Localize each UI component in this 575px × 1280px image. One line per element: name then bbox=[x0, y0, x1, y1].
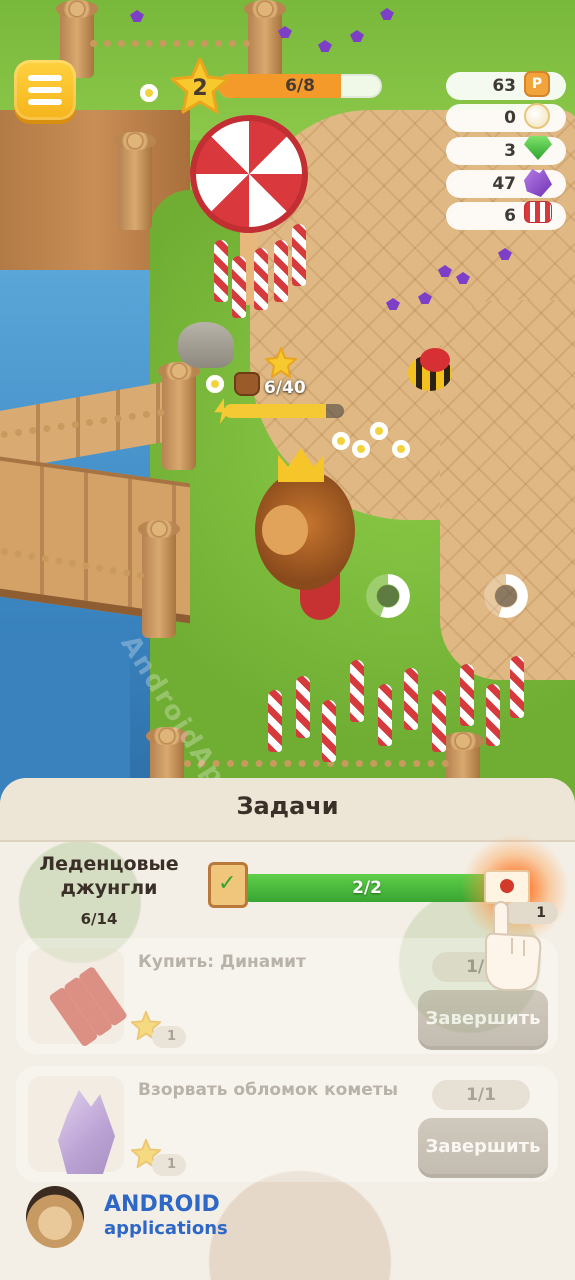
candy-cane bbox=[460, 664, 474, 726]
brand-subtitle: applications bbox=[104, 1218, 228, 1239]
task-title: Купить: Динамит bbox=[138, 952, 306, 972]
dynamite-icon bbox=[38, 956, 135, 1053]
flower bbox=[352, 440, 370, 458]
complete-button[interactable]: Завершить bbox=[418, 1118, 548, 1174]
energy-bar bbox=[224, 404, 344, 418]
green-gem-icon bbox=[524, 136, 552, 160]
bag-icon bbox=[234, 372, 260, 396]
rope bbox=[90, 40, 250, 47]
chapter-progress-bar: 2/2 bbox=[236, 874, 498, 902]
resource-value: 3 bbox=[504, 141, 516, 161]
resource-candy[interactable]: 6 bbox=[446, 201, 566, 230]
candy-cane bbox=[486, 684, 500, 746]
task-card: Взорвать обломок кометы 1/1 1 Завершить bbox=[16, 1066, 558, 1182]
menu-line bbox=[28, 87, 62, 93]
menu-line bbox=[28, 99, 62, 105]
action-ring-core bbox=[495, 585, 517, 607]
energy-bar-fill bbox=[224, 404, 326, 418]
menu-button[interactable] bbox=[14, 60, 76, 120]
chapter-progress-text: 2/2 bbox=[352, 878, 382, 898]
resource-value: 63 bbox=[492, 76, 516, 96]
brand-title: ANDROID bbox=[104, 1192, 220, 1217]
complete-button[interactable]: Завершить bbox=[418, 990, 548, 1046]
clipboard-check-icon bbox=[208, 862, 248, 908]
chapter-name: Леденцовые джунгли bbox=[39, 853, 179, 899]
xp-text: 6/8 bbox=[285, 76, 315, 96]
candy-cane bbox=[232, 256, 246, 318]
resource-green-gems[interactable]: 3 bbox=[446, 136, 566, 165]
boulder bbox=[178, 322, 234, 368]
candy-cane bbox=[510, 656, 524, 718]
popcorn-icon bbox=[524, 103, 550, 129]
panel-title: Задачи bbox=[236, 792, 339, 820]
resource-value: 47 bbox=[492, 174, 516, 194]
candy-cane bbox=[292, 224, 306, 286]
star-icon bbox=[265, 347, 297, 378]
lion-face bbox=[262, 505, 308, 555]
candy-cane bbox=[268, 690, 282, 752]
giant-lollipop[interactable] bbox=[190, 115, 308, 233]
fence-post bbox=[138, 520, 180, 638]
task-title: Взорвать обломок кометы bbox=[138, 1080, 399, 1100]
resource-purple-crystals[interactable]: 47 bbox=[446, 169, 566, 198]
candy-cane bbox=[214, 240, 228, 302]
candy-cane bbox=[432, 690, 446, 752]
menu-line bbox=[28, 75, 62, 81]
fence-post bbox=[114, 132, 156, 230]
fence-post bbox=[158, 362, 200, 470]
pug-logo-icon bbox=[26, 1186, 84, 1248]
candy-cane bbox=[350, 660, 364, 722]
flower bbox=[392, 440, 410, 458]
candy-cane bbox=[322, 700, 336, 762]
flower bbox=[140, 84, 158, 102]
flower bbox=[332, 432, 350, 450]
bee-head bbox=[420, 348, 450, 372]
river-lower bbox=[0, 630, 130, 800]
resource-value: 0 bbox=[504, 108, 516, 128]
task-reward-count: 1 bbox=[152, 1026, 186, 1048]
resource-value: 6 bbox=[504, 206, 516, 226]
task-reward-count: 1 bbox=[152, 1154, 186, 1176]
candy-cane bbox=[254, 248, 268, 310]
task-icon-box bbox=[28, 1076, 124, 1174]
harvest-progress-text: 6/40 bbox=[264, 378, 306, 398]
resource-popcorn[interactable]: 0 bbox=[446, 103, 566, 132]
candy-cane bbox=[274, 240, 288, 302]
resource-honey-coins[interactable]: 63 P bbox=[446, 71, 566, 100]
tasks-panel: Задачи Леденцовые джунгли 6/14 2/2 1 Куп… bbox=[0, 778, 575, 1280]
flower bbox=[206, 375, 224, 393]
fence-post bbox=[244, 0, 286, 78]
candy-cane bbox=[296, 676, 310, 738]
candy-cane bbox=[378, 684, 392, 746]
candy-cane bbox=[404, 668, 418, 730]
flower bbox=[370, 422, 388, 440]
chapter-count: 6/14 bbox=[80, 910, 118, 928]
task-icon-box bbox=[28, 948, 129, 1048]
pointing-hand-icon bbox=[485, 901, 542, 991]
candy-icon bbox=[524, 201, 552, 223]
xp-bar: 6/8 bbox=[218, 74, 382, 98]
comet-crystal-icon bbox=[58, 1090, 115, 1174]
level-number: 2 bbox=[192, 75, 208, 101]
honey-coin-icon: P bbox=[524, 71, 550, 97]
purple-crystal-icon bbox=[524, 169, 552, 197]
action-ring-core bbox=[377, 585, 399, 607]
task-count: 1/1 bbox=[432, 1080, 530, 1110]
waffle-path-lower bbox=[440, 300, 575, 680]
